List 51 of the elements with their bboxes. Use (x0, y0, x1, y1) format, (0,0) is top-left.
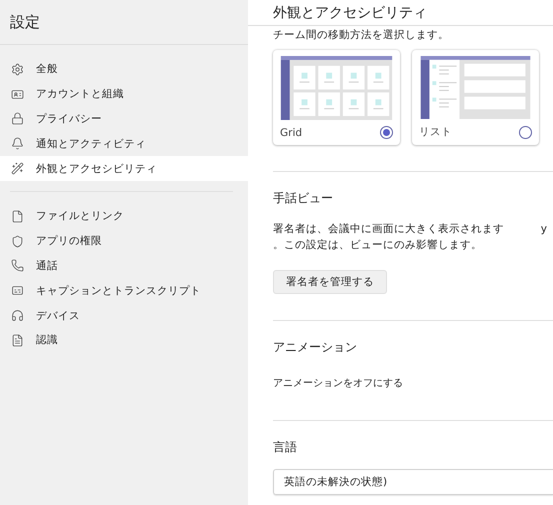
layout-option-card[interactable]: Grid (273, 50, 400, 145)
sidebar-item[interactable]: ファイルとリンク (0, 204, 248, 229)
radio-button[interactable] (519, 126, 532, 138)
sidebar-item-label: ファイルとリンク (36, 209, 124, 224)
manage-signers-button[interactable]: 署名者を管理する (273, 270, 387, 294)
language-dropdown[interactable]: 英語の未解決の状態) (273, 469, 553, 495)
layout-description: チーム間の移動方法を選択します。 (273, 28, 450, 42)
description-text: 。この設定は、ビューにのみ影響します。 (273, 238, 483, 253)
phone-icon (11, 259, 24, 272)
sidebar-item-label: 外観とアクセシビリティ (36, 162, 157, 176)
bell-icon (11, 137, 24, 150)
sidebar-item-label: 通知とアクティビティ (36, 136, 146, 151)
sidebar-item-label: キャプションとトランスクリプト (36, 284, 201, 298)
sidebar-item[interactable]: アカウントと組織 (0, 82, 248, 107)
sidebar-item-label: 認識 (36, 333, 58, 348)
layout-option-card[interactable]: リスト (412, 50, 539, 145)
id-card-icon (11, 88, 24, 101)
captions-icon (11, 284, 24, 298)
layout-option-label: リスト (419, 125, 452, 139)
settings-icon (11, 62, 24, 76)
sidebar-item[interactable]: 外観とアクセシビリティ (0, 156, 248, 181)
document-icon (11, 334, 24, 347)
description-text: 署名者は、会議中に画面に大きく表示されます (273, 222, 504, 237)
magic-wand-icon (11, 162, 24, 176)
section-heading: 手話ビュー (273, 190, 334, 207)
section-heading: 言語 (273, 439, 298, 456)
cut-off-text: y (540, 222, 547, 237)
sidebar-item[interactable]: デバイス (0, 303, 248, 328)
section-heading: アニメーション (273, 339, 358, 356)
sidebar-item-label: プライバシー (36, 112, 102, 126)
sidebar-item[interactable]: 通知とアクティビティ (0, 131, 248, 156)
sidebar-item[interactable]: 認識 (0, 328, 248, 353)
sidebar-item[interactable]: キャプションとトランスクリプト (0, 278, 248, 304)
sidebar-item-label: 全般 (36, 62, 58, 76)
headset-icon (11, 309, 24, 322)
shield-icon (11, 234, 24, 248)
layout-option-label: Grid (280, 126, 302, 138)
file-icon (11, 210, 24, 223)
sidebar-item-label: アカウントと組織 (36, 87, 124, 102)
sidebar-item[interactable]: 通話 (0, 254, 248, 278)
sidebar-item[interactable]: 全般 (0, 57, 248, 82)
sidebar-item-label: 通話 (36, 258, 58, 273)
page-title: 外観とアクセシビリティ (248, 0, 553, 26)
sidebar-item-label: アプリの権限 (36, 234, 102, 248)
lock-icon (11, 112, 24, 126)
sidebar-item[interactable]: アプリの権限 (0, 228, 248, 254)
settings-title: 設定 (0, 0, 248, 45)
animation-setting-label: アニメーションをオフにする (273, 377, 404, 390)
radio-button[interactable] (380, 126, 393, 139)
sidebar-item-label: デバイス (36, 308, 80, 323)
sidebar-item[interactable]: プライバシー (0, 106, 248, 132)
